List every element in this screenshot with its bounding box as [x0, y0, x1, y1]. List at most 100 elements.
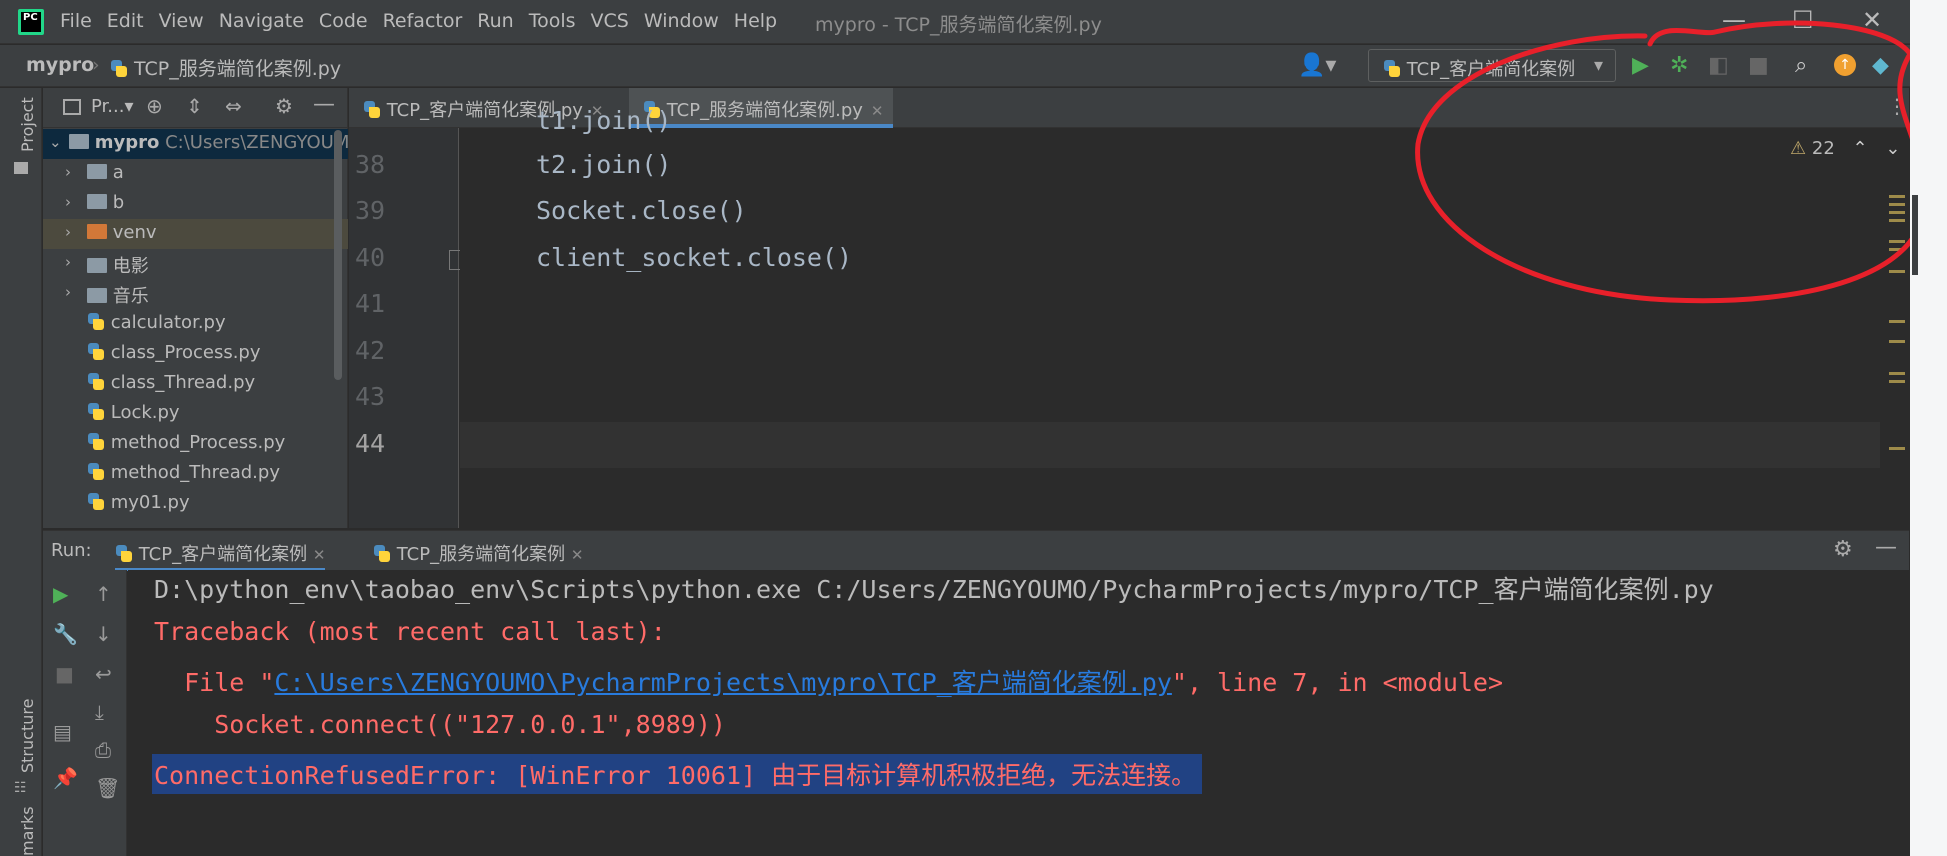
window-title: mypro - TCP_服务端简化案例.py	[815, 14, 1102, 36]
pin-icon[interactable]: 📌	[53, 766, 78, 790]
console-file-link[interactable]: C:\Users\ZENGYOUMO\PycharmProjects\mypro…	[274, 668, 1171, 697]
folder-icon	[87, 288, 107, 303]
bookmarks-tool-tab[interactable]: marks	[18, 806, 37, 856]
menu-code[interactable]: Code	[319, 10, 368, 32]
project-tool-tab[interactable]: Project	[18, 97, 37, 152]
menu-view[interactable]: View	[159, 10, 204, 32]
close-tab-icon[interactable]: ✕	[871, 102, 884, 120]
project-scrollbar[interactable]	[334, 130, 342, 380]
structure-icon: ☷	[14, 780, 27, 796]
structure-tool-tab[interactable]: Structure	[18, 699, 37, 773]
close-tab-icon[interactable]: ✕	[313, 546, 326, 564]
folder-icon	[87, 194, 107, 209]
wrench-icon[interactable]: 🔧	[53, 622, 78, 646]
folder-icon	[87, 258, 107, 273]
project-toolbar: Pr...▾ ⊕ ⇕ ⇔ ⚙ —	[43, 88, 348, 128]
tree-root[interactable]: ⌄ mypro C:\Users\ZENGYOUMO	[43, 129, 348, 159]
menu-window[interactable]: Window	[644, 10, 719, 32]
python-file-icon	[110, 60, 128, 78]
arrow-up-icon[interactable]: ↑	[95, 582, 112, 606]
chevron-up-icon[interactable]: ⌃	[1853, 138, 1868, 159]
tree-item-music[interactable]: › 音乐	[43, 279, 348, 309]
gear-icon[interactable]: ⚙	[275, 94, 293, 118]
chevron-right-icon: ›	[65, 193, 71, 211]
gear-icon[interactable]: ⚙	[1833, 537, 1853, 562]
coverage-icon[interactable]: ◧	[1708, 53, 1729, 78]
plugin-icon[interactable]: ◆	[1872, 53, 1889, 78]
run-tab-server[interactable]: TCP_服务端简化案例 ✕	[373, 540, 583, 566]
arrow-down-icon[interactable]: ↓	[95, 622, 112, 646]
code-editor[interactable]: t1.join() t2.join() Socket.close() clien…	[460, 106, 1900, 528]
debug-icon[interactable]: ✲	[1670, 53, 1688, 78]
run-configuration-dropdown[interactable]: TCP_客户端简化案例 ▾	[1368, 49, 1616, 82]
hide-panel-icon[interactable]: —	[313, 92, 335, 117]
code-line: t2.join()	[536, 150, 672, 179]
menu-file[interactable]: File	[60, 10, 92, 32]
console-output[interactable]: D:\python_env\taobao_env\Scripts\python.…	[128, 570, 1909, 856]
console-file-suffix: ", line 7, in <module>	[1171, 668, 1504, 697]
stop-icon[interactable]: ■	[55, 662, 74, 686]
menu-vcs[interactable]: VCS	[591, 10, 629, 32]
tree-item-method-thread[interactable]: method_Thread.py	[43, 459, 348, 489]
rerun-icon[interactable]: ▶	[53, 582, 68, 606]
tree-item-my01[interactable]: my01.py	[43, 489, 348, 519]
current-line-highlight	[460, 422, 1880, 468]
python-file-icon	[87, 373, 105, 391]
tree-item-class-process[interactable]: class_Process.py	[43, 339, 348, 369]
trash-icon[interactable]: 🗑	[95, 776, 120, 800]
python-file-icon	[87, 493, 105, 511]
menu-navigate[interactable]: Navigate	[219, 10, 304, 32]
expand-all-icon[interactable]: ⇕	[186, 94, 203, 118]
menu-refactor[interactable]: Refactor	[383, 10, 463, 32]
minimize-icon[interactable]: —	[1722, 6, 1746, 34]
menu-run[interactable]: Run	[477, 10, 513, 32]
tree-item-label: method_Thread.py	[110, 462, 280, 483]
breadcrumb-project[interactable]: mypro	[26, 54, 94, 76]
menu-edit[interactable]: Edit	[107, 10, 144, 32]
tree-item-method-process[interactable]: method_Process.py	[43, 429, 348, 459]
tree-item-label: class_Thread.py	[110, 372, 256, 393]
chevron-right-icon: ›	[65, 283, 71, 301]
run-tab-label: TCP_客户端简化案例	[138, 544, 308, 565]
left-tool-stripe: Project Structure ☷ marks	[0, 88, 42, 856]
tree-item-calculator[interactable]: calculator.py	[43, 309, 348, 339]
more-tabs-icon[interactable]: ⋮	[1887, 94, 1907, 118]
collapse-all-icon[interactable]: ⇔	[225, 94, 242, 118]
close-tab-icon[interactable]: ✕	[571, 546, 584, 564]
warning-icon: ⚠	[1790, 138, 1807, 159]
python-file-icon	[363, 101, 381, 119]
tree-item-venv[interactable]: › venv	[43, 219, 348, 249]
menu-tools[interactable]: Tools	[529, 10, 576, 32]
tree-item-class-thread[interactable]: class_Thread.py	[43, 369, 348, 399]
scroll-to-end-icon[interactable]: ⤓	[95, 700, 104, 724]
locate-icon[interactable]: ⊕	[146, 94, 163, 118]
run-tab-client[interactable]: TCP_客户端简化案例 ✕	[115, 540, 326, 571]
search-icon[interactable]: ⌕	[1795, 53, 1807, 78]
stop-icon[interactable]: ■	[1748, 53, 1769, 78]
tree-item-b[interactable]: › b	[43, 189, 348, 219]
user-icon[interactable]: 👤▾	[1298, 53, 1336, 78]
folder-icon	[14, 162, 28, 174]
desktop-background	[1910, 0, 1947, 856]
console-code-line: Socket.connect(("127.0.0.1",8989))	[154, 710, 726, 739]
hide-panel-icon[interactable]: —	[1875, 535, 1897, 560]
tree-item-label: class_Process.py	[110, 342, 261, 363]
print-icon[interactable]: ⎙	[95, 738, 111, 762]
tree-item-lock[interactable]: Lock.py	[43, 399, 348, 429]
maximize-icon[interactable]: ☐	[1792, 6, 1814, 34]
layout-icon[interactable]: ▤	[53, 720, 72, 744]
menu-help[interactable]: Help	[734, 10, 777, 32]
console-command: D:\python_env\taobao_env\Scripts\python.…	[154, 575, 1714, 604]
tree-item-movies[interactable]: › 电影	[43, 249, 348, 279]
run-icon[interactable]: ▶	[1632, 53, 1649, 78]
line-number: 43	[355, 382, 386, 411]
tree-item-a[interactable]: › a	[43, 159, 348, 189]
update-icon[interactable]: ↑	[1834, 54, 1856, 76]
navigation-bar: mypro › TCP_服务端简化案例.py 👤▾ TCP_客户端简化案例 ▾ …	[0, 45, 1910, 87]
soft-wrap-icon[interactable]: ↩	[95, 662, 112, 686]
editor-scrollbar[interactable]	[1888, 128, 1910, 528]
breadcrumb-file[interactable]: TCP_服务端简化案例.py	[110, 54, 341, 81]
close-window-icon[interactable]: ✕	[1862, 6, 1882, 34]
project-view-dropdown[interactable]: Pr...▾	[91, 96, 134, 117]
warning-indicator[interactable]: ⚠ 22 ⌃ ⌄	[1790, 138, 1900, 159]
